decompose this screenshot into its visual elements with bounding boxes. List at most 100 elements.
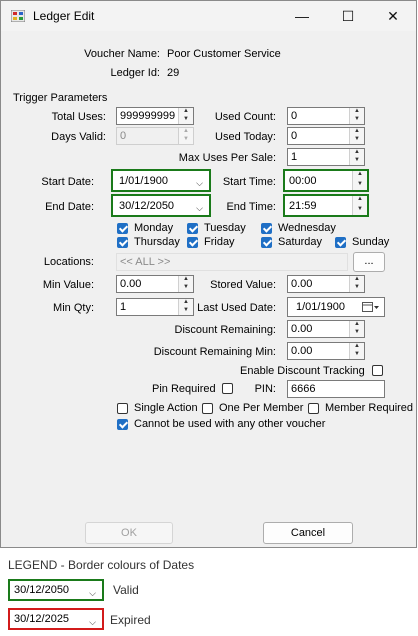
friday-checkbox[interactable] xyxy=(187,237,198,248)
discount-remaining-stepper[interactable]: 0.00 ▲ ▼ xyxy=(287,320,365,338)
min-qty-stepper[interactable]: 1 ▲ ▼ xyxy=(116,298,194,316)
days-valid-spin: ▲ ▼ xyxy=(178,128,193,144)
maximize-button[interactable]: ☐ xyxy=(325,1,371,31)
used-today-spin[interactable]: ▲ ▼ xyxy=(349,128,364,144)
start-time-spin[interactable]: ▲ ▼ xyxy=(352,171,367,190)
used-count-label: Used Count: xyxy=(214,111,276,123)
end-date-picker[interactable]: 30/12/2050 ⌵ xyxy=(111,194,211,217)
spin-down-icon[interactable]: ▼ xyxy=(179,284,193,292)
spin-up-icon[interactable]: ▲ xyxy=(179,276,193,284)
spin-up-icon: ▲ xyxy=(183,128,189,134)
used-today-label: Used Today: xyxy=(215,131,276,143)
min-value-spin[interactable]: ▲ ▼ xyxy=(178,276,193,292)
member-required-checkbox[interactable] xyxy=(308,403,319,414)
start-time-label: Start Time: xyxy=(222,176,276,188)
saturday-checkbox[interactable] xyxy=(261,237,272,248)
used-count-stepper[interactable]: 0 ▲ ▼ xyxy=(287,107,365,125)
total-uses-stepper[interactable]: 999999999 ▲ ▼ xyxy=(116,107,194,125)
spin-down-icon[interactable]: ▼ xyxy=(350,157,364,165)
days-valid-value: 0 xyxy=(120,130,127,142)
legend-expired-label: Expired xyxy=(110,613,151,627)
used-today-stepper[interactable]: 0 ▲ ▼ xyxy=(287,127,365,145)
cannot-combine-label: Cannot be used with any other voucher xyxy=(134,418,326,430)
total-uses-label: Total Uses: xyxy=(51,111,106,123)
cancel-button[interactable]: Cancel xyxy=(263,522,353,544)
spin-down-icon[interactable]: ▼ xyxy=(350,116,364,124)
pin-field[interactable]: 6666 xyxy=(287,380,385,398)
ledger-id-label: Ledger Id: xyxy=(110,67,160,79)
last-used-date-picker[interactable]: 1/01/1900 xyxy=(287,297,385,317)
discount-remaining-spin[interactable]: ▲ ▼ xyxy=(349,321,364,337)
spin-up-icon[interactable]: ▲ xyxy=(350,149,364,157)
sunday-checkbox[interactable] xyxy=(335,237,346,248)
discount-remaining-min-stepper[interactable]: 0.00 ▲ ▼ xyxy=(287,342,365,360)
spin-up-icon[interactable]: ▲ xyxy=(350,321,364,329)
discount-remaining-min-spin[interactable]: ▲ ▼ xyxy=(349,343,364,359)
min-value-stepper[interactable]: 0.00 ▲ ▼ xyxy=(116,275,194,293)
used-count-spin[interactable]: ▲ ▼ xyxy=(349,108,364,124)
app-icon xyxy=(11,10,25,22)
wednesday-checkbox[interactable] xyxy=(261,223,272,234)
spin-up-icon[interactable]: ▲ xyxy=(179,299,193,307)
cannot-combine-checkbox[interactable] xyxy=(117,419,128,430)
end-time-spin[interactable]: ▲ ▼ xyxy=(352,196,367,215)
stored-value-stepper[interactable]: 0.00 ▲ ▼ xyxy=(287,275,365,293)
start-date-value: 1/01/1900 xyxy=(119,175,168,187)
enable-discount-tracking-label: Enable Discount Tracking xyxy=(240,365,365,377)
spin-down-icon: ▼ xyxy=(183,136,189,142)
calendar-icon[interactable] xyxy=(362,301,380,313)
start-time-picker[interactable]: 00:00 ▲ ▼ xyxy=(283,169,369,192)
spin-up-icon[interactable]: ▲ xyxy=(353,196,367,206)
minimize-button[interactable]: — xyxy=(279,1,325,31)
max-uses-spin[interactable]: ▲ ▼ xyxy=(349,149,364,165)
close-button[interactable]: ✕ xyxy=(370,1,416,31)
end-time-picker[interactable]: 21:59 ▲ ▼ xyxy=(283,194,369,217)
spin-up-icon[interactable]: ▲ xyxy=(350,108,364,116)
used-today-value: 0 xyxy=(291,130,298,142)
legend-expired-date: 30/12/2025 ⌵ xyxy=(8,608,104,630)
chevron-down-icon[interactable]: ⌵ xyxy=(196,201,203,215)
spin-down-icon[interactable]: ▼ xyxy=(350,136,364,144)
voucher-name-label: Voucher Name: xyxy=(84,48,160,60)
spin-down-icon[interactable]: ▼ xyxy=(353,206,367,216)
one-per-member-checkbox[interactable] xyxy=(202,403,213,414)
discount-remaining-value: 0.00 xyxy=(291,323,313,335)
end-time-value: 21:59 xyxy=(289,200,317,212)
spin-up-icon[interactable]: ▲ xyxy=(353,171,367,181)
saturday-label: Saturday xyxy=(278,236,323,248)
spin-down-icon[interactable]: ▼ xyxy=(179,307,193,315)
spin-up-icon[interactable]: ▲ xyxy=(350,128,364,136)
single-action-checkbox[interactable] xyxy=(117,403,128,414)
last-used-date-label: Last Used Date: xyxy=(197,302,276,314)
spin-up-icon[interactable]: ▲ xyxy=(350,276,364,284)
ok-button[interactable]: OK xyxy=(85,522,173,544)
chevron-down-icon[interactable]: ⌵ xyxy=(196,176,203,190)
thursday-checkbox[interactable] xyxy=(117,237,128,248)
min-qty-spin[interactable]: ▲ ▼ xyxy=(178,299,193,315)
spin-up-icon[interactable]: ▲ xyxy=(179,108,193,116)
pin-required-checkbox[interactable] xyxy=(222,383,233,394)
last-used-date-value: 1/01/1900 xyxy=(296,301,345,313)
legend-valid-date-value: 30/12/2050 xyxy=(14,584,70,596)
stored-value-value: 0.00 xyxy=(291,278,313,290)
spin-down-icon[interactable]: ▼ xyxy=(350,351,364,359)
max-uses-stepper[interactable]: 1 ▲ ▼ xyxy=(287,148,365,166)
spin-up-icon[interactable]: ▲ xyxy=(350,343,364,351)
end-time-label: End Time: xyxy=(226,201,276,213)
pin-label: PIN: xyxy=(254,383,276,395)
total-uses-spin[interactable]: ▲ ▼ xyxy=(178,108,193,124)
legend-valid-label: Valid xyxy=(113,583,139,597)
spin-down-icon[interactable]: ▼ xyxy=(350,329,364,337)
start-date-picker[interactable]: 1/01/1900 ⌵ xyxy=(111,169,211,192)
spin-down-icon[interactable]: ▼ xyxy=(353,181,367,191)
stored-value-spin[interactable]: ▲ ▼ xyxy=(349,276,364,292)
tuesday-checkbox[interactable] xyxy=(187,223,198,234)
spin-down-icon[interactable]: ▼ xyxy=(179,116,193,124)
enable-discount-tracking-checkbox[interactable] xyxy=(372,365,383,376)
title-bar: Ledger Edit — ☐ ✕ xyxy=(1,1,416,31)
monday-label: Monday xyxy=(134,222,174,234)
member-required-label: Member Required xyxy=(325,402,414,414)
spin-down-icon[interactable]: ▼ xyxy=(350,284,364,292)
monday-checkbox[interactable] xyxy=(117,223,128,234)
locations-browse-button[interactable]: ... xyxy=(353,252,385,272)
